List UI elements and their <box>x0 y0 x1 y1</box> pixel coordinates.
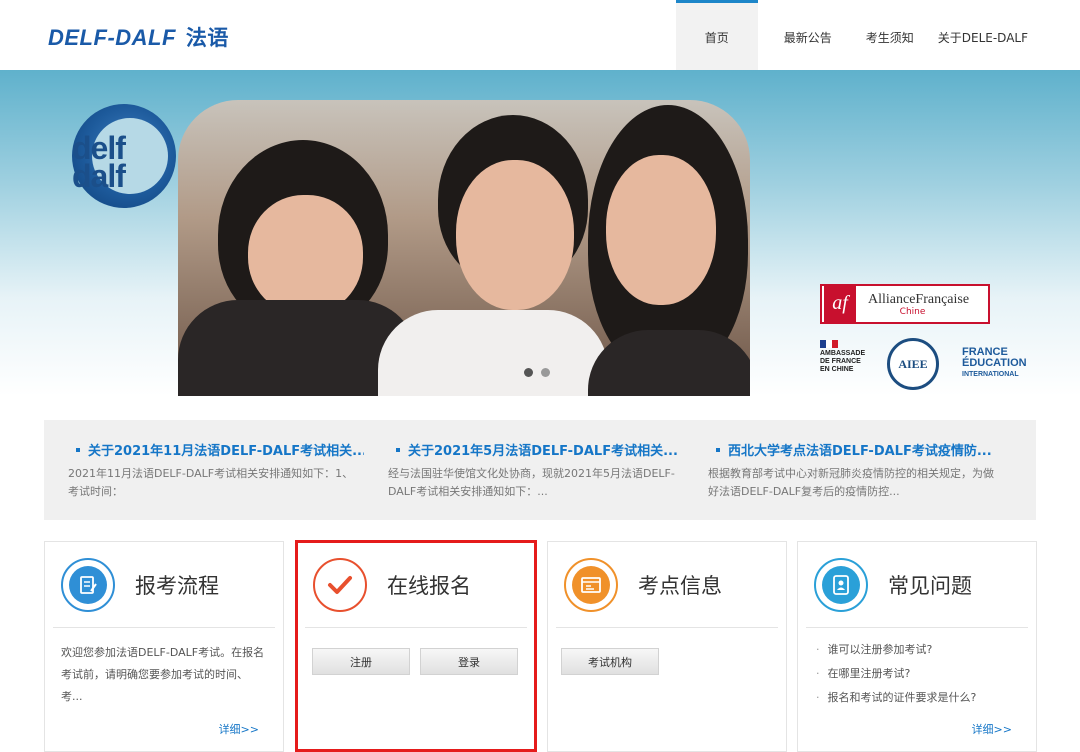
banner-photo <box>178 100 750 396</box>
carousel-dot-1[interactable] <box>524 368 533 377</box>
document-edit-icon <box>61 558 115 612</box>
register-button[interactable]: 注册 <box>312 648 410 675</box>
faq-list: 谁可以注册参加考试? 在哪里注册考试? 报名和考试的证件要求是什么? <box>798 628 1036 710</box>
ambassade-logo: AMBASSADE DE FRANCE EN CHINE <box>820 340 865 374</box>
news-strip: 关于2021年11月法语DELF-DALF考试相关... 2021年11月法语D… <box>44 420 1036 520</box>
alliance-francaise-logo: af AllianceFrançaise Chine <box>820 284 990 324</box>
process-text: 欢迎您参加法语DELF-DALF考试。在报名考试前，请明确您要参加考试的时间、考… <box>61 646 265 703</box>
card-title: 常见问题 <box>888 574 972 598</box>
nav-about[interactable]: 关于DELE-DALF <box>926 0 1040 70</box>
faq-item[interactable]: 谁可以注册参加考试? <box>816 638 1036 662</box>
card-online-register: 在线报名 注册 登录 <box>296 541 536 752</box>
carousel-dot-2[interactable] <box>541 368 550 377</box>
news-item[interactable]: 关于2021年5月法语DELF-DALF考试相关... 经与法国驻华使馆文化处协… <box>364 420 684 520</box>
aiee-logo: AIEE <box>887 338 939 390</box>
news-title[interactable]: 西北大学考点法语DELF-DALF考试疫情防... <box>728 444 992 459</box>
hero-banner[interactable]: delf dalf af AllianceFrançaise Chine AMBA… <box>0 70 1080 396</box>
login-button[interactable]: 登录 <box>420 648 518 675</box>
bullet-icon <box>396 448 400 452</box>
main-nav: 首页 最新公告 考生须知 关于DELE-DALF <box>675 0 1040 70</box>
card-title: 在线报名 <box>387 574 471 598</box>
site-logo[interactable]: DELF-DALF 法语 <box>48 22 229 52</box>
faq-item[interactable]: 报名和考试的证件要求是什么? <box>816 686 1036 710</box>
faq-item[interactable]: 在哪里注册考试? <box>816 662 1036 686</box>
nav-latest-notice[interactable]: 最新公告 <box>772 0 844 70</box>
header: DELF-DALF 法语 首页 最新公告 考生须知 关于DELE-DALF <box>0 0 1080 70</box>
calendar-icon <box>564 558 618 612</box>
news-title[interactable]: 关于2021年11月法语DELF-DALF考试相关... <box>88 444 364 459</box>
nav-home[interactable]: 首页 <box>675 0 758 70</box>
card-faq: 常见问题 谁可以注册参加考试? 在哪里注册考试? 报名和考试的证件要求是什么? … <box>797 541 1037 752</box>
news-title[interactable]: 关于2021年5月法语DELF-DALF考试相关... <box>408 444 678 459</box>
carousel-dots <box>524 368 550 377</box>
card-title: 考点信息 <box>638 574 722 598</box>
nav-candidate-notes[interactable]: 考生须知 <box>854 0 926 70</box>
checkmark-icon <box>313 558 367 612</box>
institutions-button[interactable]: 考试机构 <box>561 648 659 675</box>
card-test-centers: 考点信息 考试机构 <box>547 541 787 752</box>
bullet-icon <box>76 448 80 452</box>
card-process: 报考流程 欢迎您参加法语DELF-DALF考试。在报名考试前，请明确您要参加考试… <box>44 541 284 752</box>
bullet-icon <box>716 448 720 452</box>
news-item[interactable]: 关于2021年11月法语DELF-DALF考试相关... 2021年11月法语D… <box>44 420 364 520</box>
contact-book-icon <box>814 558 868 612</box>
logo-text: DELF-DALF <box>48 25 176 50</box>
card-title: 报考流程 <box>135 574 219 598</box>
france-education-logo: FRANCE ÉDUCATION INTERNATIONAL <box>962 346 1027 379</box>
delf-dalf-logo: delf dalf <box>62 104 178 220</box>
faq-more-link[interactable]: 详细>> <box>972 721 1012 737</box>
logo-cn: 法语 <box>185 26 229 50</box>
news-item[interactable]: 西北大学考点法语DELF-DALF考试疫情防... 根据教育部考试中心对新冠肺炎… <box>684 420 1004 520</box>
news-desc: 经与法国驻华使馆文化处协商，现就2021年5月法语DELF-DALF考试相关安排… <box>388 467 675 498</box>
news-desc: 根据教育部考试中心对新冠肺炎疫情防控的相关规定，为做好法语DELF-DALF复考… <box>708 467 994 498</box>
news-desc: 2021年11月法语DELF-DALF考试相关安排通知如下：1、考试时间： <box>68 467 354 498</box>
process-more-link[interactable]: 详细>> <box>219 721 259 737</box>
